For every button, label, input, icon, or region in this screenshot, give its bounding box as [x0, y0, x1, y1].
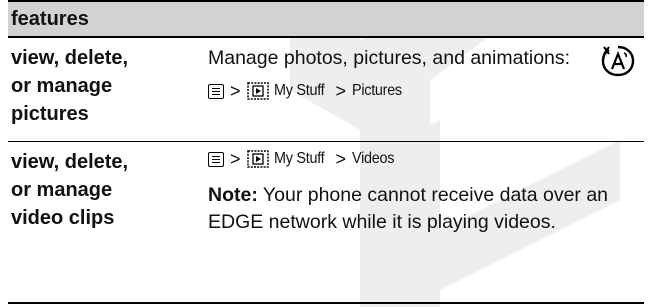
- menu-key-icon: [208, 83, 224, 99]
- feature-description: > My Stuff > Videos Note: Your phone can…: [202, 142, 644, 302]
- feature-name: view, delete, or manage pictures: [11, 47, 129, 125]
- menu-path: > My Stuff > Videos: [208, 148, 644, 170]
- table-header-title: features: [11, 8, 89, 30]
- network-dependent-feature-icon: [601, 45, 635, 77]
- feature-name: view, delete, or manage video clips: [11, 151, 129, 229]
- note-text: Note: Your phone cannot receive data ove…: [208, 182, 644, 236]
- note-body: Your phone cannot receive data over an E…: [208, 184, 609, 233]
- features-table: features view, delete, or manage picture…: [8, 0, 644, 304]
- description-text: Manage photos, pictures, and animations:: [208, 47, 571, 69]
- table-header: features: [8, 0, 644, 38]
- table-row: view, delete, or manage video clips > My…: [8, 142, 644, 304]
- my-stuff-icon: [246, 150, 269, 168]
- note-label: Note:: [208, 184, 258, 206]
- feature-description: Manage photos, pictures, and animations:…: [202, 38, 644, 141]
- my-stuff-icon: [246, 82, 269, 100]
- table-row: view, delete, or manage pictures Manage …: [8, 38, 644, 142]
- menu-key-icon: [208, 151, 224, 167]
- menu-path: > My Stuff > Pictures: [208, 80, 644, 102]
